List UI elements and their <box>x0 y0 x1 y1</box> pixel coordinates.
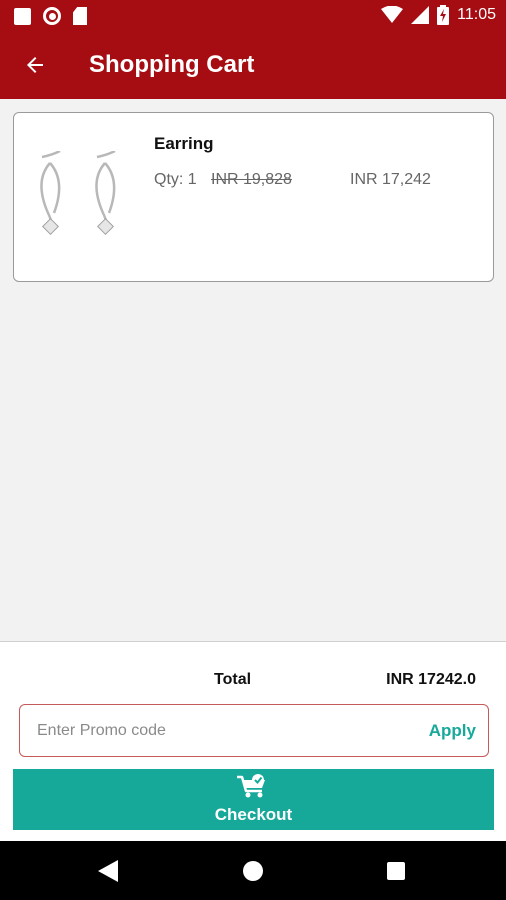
sd-card-icon <box>73 7 87 25</box>
status-bar: 11:05 <box>0 0 506 32</box>
total-label: Total <box>214 671 252 688</box>
cart-item[interactable]: Earring Qty: 1 INR 19,828 INR 17,242 <box>13 112 494 282</box>
promo-code-box: Apply <box>19 704 489 757</box>
record-icon <box>43 7 61 25</box>
cart-check-icon <box>237 774 265 798</box>
back-button[interactable] <box>18 48 52 82</box>
order-summary-panel: Total INR 17242.0 Apply Checkout <box>0 641 506 841</box>
battery-charging-icon <box>437 5 450 25</box>
system-nav-bar <box>0 841 506 900</box>
cart-content: Earring Qty: 1 INR 19,828 INR 17,242 <box>0 99 506 641</box>
arrow-left-icon <box>27 57 43 73</box>
status-system: 11:05 <box>381 5 496 25</box>
item-name: Earring <box>154 134 214 153</box>
notification-square-icon <box>14 7 31 25</box>
nav-back-icon[interactable] <box>98 860 118 882</box>
nav-home-icon[interactable] <box>243 861 263 881</box>
apply-button[interactable]: Apply <box>429 721 476 741</box>
total-value: INR 17242.0 <box>386 671 476 688</box>
cell-signal-icon <box>411 6 430 24</box>
status-notifications <box>14 7 87 25</box>
checkout-button[interactable]: Checkout <box>13 769 494 830</box>
earring-image <box>40 151 116 235</box>
status-time: 11:05 <box>457 6 496 23</box>
app-bar: Shopping Cart <box>0 32 506 99</box>
promo-code-input[interactable] <box>37 715 397 747</box>
item-price: INR 17,242 <box>350 171 431 188</box>
item-qty: Qty: 1 <box>154 171 197 188</box>
nav-recent-apps-icon[interactable] <box>387 862 405 880</box>
checkout-label: Checkout <box>214 805 293 824</box>
item-original-price: INR 19,828 <box>211 171 292 188</box>
page-title: Shopping Cart <box>89 51 255 78</box>
wifi-icon <box>381 6 404 23</box>
